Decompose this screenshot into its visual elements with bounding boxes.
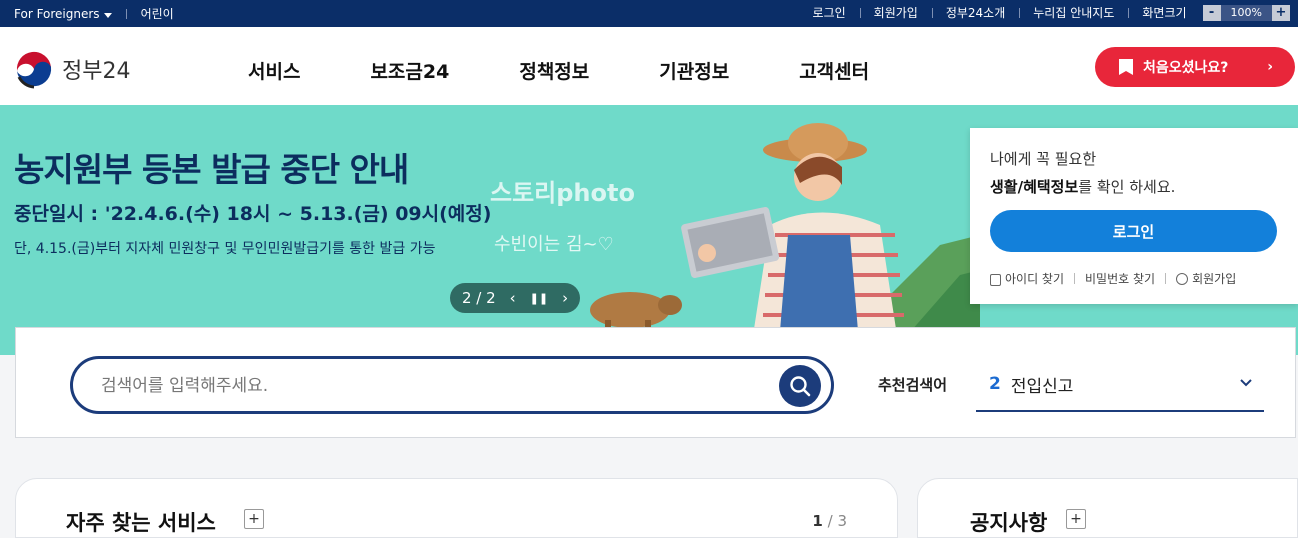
pause-icon[interactable]: ❚❚	[530, 292, 548, 305]
logo-text: 정부24	[62, 59, 131, 84]
nav-item-agency[interactable]: 기관정보	[659, 57, 729, 84]
watermark-text-2: 수빈이는 김~♡	[494, 234, 614, 255]
search-button[interactable]	[779, 365, 821, 407]
zoom-label: 화면크기	[1128, 4, 1200, 21]
sitemap-link[interactable]: 누리집 안내지도	[1019, 4, 1128, 21]
frequent-services-title: 자주 찾는 서비스	[66, 511, 216, 535]
chevron-down-icon	[1240, 379, 1252, 387]
recommend-keyword[interactable]: 전입신고	[1011, 372, 1074, 397]
search-panel: 추천검색어 2 전입신고	[15, 327, 1296, 438]
nav-item-policy[interactable]: 정책정보	[519, 57, 589, 84]
search-box	[70, 356, 834, 414]
banner-subtitle: 중단일시 : '22.4.6.(수) 18시 ~ 5.13.(금) 09시(예정…	[14, 203, 492, 225]
page-current: 1	[812, 512, 823, 530]
zoom-out-button[interactable]: -	[1202, 4, 1221, 21]
prev-slide-icon[interactable]: ‹	[510, 289, 516, 307]
taegeuk-logo-icon	[15, 50, 53, 89]
top-utility-bar: For Foreigners 어린이 로그인 회원가입 정부24소개 누리집 안…	[0, 0, 1298, 27]
search-icon	[790, 376, 811, 397]
find-password-link[interactable]: 비밀번호 찾기	[1085, 270, 1155, 287]
pager-count: 2 / 2	[461, 289, 496, 307]
nav-item-support[interactable]: 고객센터	[799, 57, 869, 84]
recommend-dropdown[interactable]: 2 전입신고	[976, 358, 1264, 412]
next-slide-icon[interactable]: ›	[562, 289, 568, 307]
first-visit-label: 처음오셨나요?	[1143, 60, 1229, 76]
signup-link-card[interactable]: 회원가입	[1176, 270, 1236, 287]
first-visit-button[interactable]: 처음오셨나요? ›	[1095, 47, 1295, 87]
main-nav: 서비스 보조금24 정책정보 기관정보 고객센터	[248, 57, 939, 84]
login-card-line1: 나에게 꼭 필요한	[990, 150, 1097, 168]
divider	[125, 8, 127, 19]
search-input[interactable]	[101, 373, 741, 399]
user-icon	[1176, 272, 1189, 285]
banner-title: 농지원부 등본 발급 중단 안내	[14, 150, 409, 189]
frequent-services-more-button[interactable]: +	[244, 509, 264, 529]
find-id-link[interactable]: 아이디 찾기	[990, 270, 1064, 287]
login-link[interactable]: 로그인	[799, 4, 860, 21]
nav-item-subsidy[interactable]: 보조금24	[370, 57, 449, 84]
bookmark-icon	[1119, 59, 1133, 75]
about-link[interactable]: 정부24소개	[931, 4, 1019, 21]
login-button[interactable]: 로그인	[990, 210, 1277, 252]
lock-icon	[990, 274, 1001, 286]
find-id-label: 아이디 찾기	[1005, 272, 1065, 286]
nav-item-services[interactable]: 서비스	[248, 57, 300, 84]
watermark-text: 스토리photo	[490, 179, 635, 207]
site-logo[interactable]: 정부24	[14, 49, 130, 89]
zoom-control: - 100% +	[1202, 4, 1290, 21]
main-header: 정부24 서비스 보조금24 정책정보 기관정보 고객센터 처음오셨나요? ›	[0, 27, 1298, 105]
page-total: / 3	[827, 512, 847, 530]
zoom-value: 100%	[1220, 4, 1272, 21]
banner-description: 단, 4.15.(금)부터 지자체 민원창구 및 무인민원발급기를 통한 발급 …	[14, 241, 436, 257]
divider	[1074, 273, 1076, 284]
recommend-rank: 2	[989, 374, 1001, 394]
notice-more-button[interactable]: +	[1066, 509, 1086, 529]
signup-link[interactable]: 회원가입	[859, 4, 932, 21]
caret-down-icon	[103, 12, 112, 18]
login-card-highlight: 생활/혜택정보	[990, 178, 1079, 196]
login-card: 나에게 꼭 필요한 생활/혜택정보를 확인 하세요. 로그인 아이디 찾기 비밀…	[970, 128, 1298, 304]
banner-pager: 2 / 2 ‹ ❚❚ ›	[450, 283, 580, 313]
recommend-label: 추천검색어	[878, 376, 948, 394]
login-card-line2: 생활/혜택정보를 확인 하세요.	[990, 176, 1175, 197]
login-card-line2-rest: 를 확인 하세요.	[1078, 178, 1176, 196]
frequent-services-card: 자주 찾는 서비스 + 1 / 3	[15, 478, 898, 538]
zoom-in-button[interactable]: +	[1272, 4, 1290, 21]
frequent-services-pager: 1 / 3	[812, 512, 847, 530]
divider	[1165, 273, 1167, 284]
notice-card: 공지사항 +	[917, 478, 1298, 538]
notice-title: 공지사항	[970, 511, 1048, 535]
kids-link[interactable]: 어린이	[141, 5, 174, 22]
chevron-right-icon: ›	[1267, 59, 1273, 75]
farmer-illustration	[590, 123, 980, 355]
signup-label: 회원가입	[1192, 272, 1237, 286]
for-foreigners-dropdown[interactable]: For Foreigners	[14, 7, 112, 21]
login-links: 아이디 찾기 비밀번호 찾기 회원가입	[990, 270, 1236, 287]
